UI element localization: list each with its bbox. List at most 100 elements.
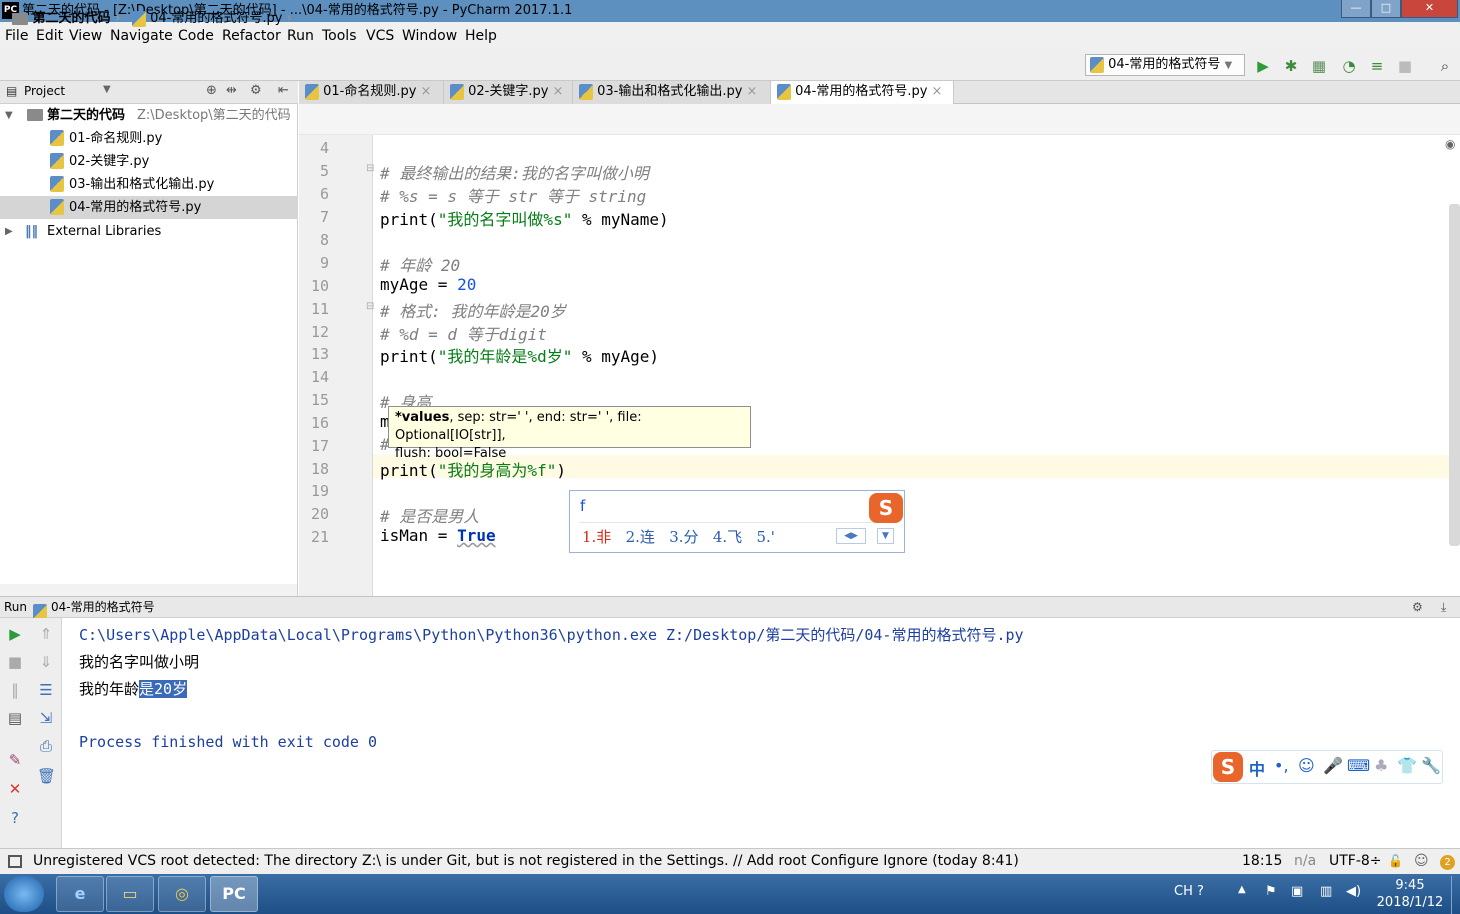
language-indicator[interactable]: CH [1174, 884, 1193, 899]
stop-icon[interactable]: ■ [1396, 57, 1414, 75]
run-icon[interactable]: ▶ [1254, 57, 1272, 75]
hide-panel-icon[interactable]: ⇤ [278, 83, 289, 98]
close-icon[interactable]: × [931, 84, 942, 99]
help-icon[interactable]: ? [1197, 884, 1204, 899]
close-icon[interactable]: × [420, 84, 431, 99]
sogou-logo-icon[interactable]: S [1213, 752, 1243, 782]
inspector-icon[interactable]: ☺ [1414, 849, 1429, 874]
tree-root[interactable]: ▼ 第二天的代码 Z:\Desktop\第二天的代码 [0, 104, 298, 127]
chevron-down-icon[interactable]: ▼ [5, 104, 13, 127]
collapse-all-icon[interactable]: ⇹ [226, 83, 237, 98]
menu-window[interactable]: Window [402, 28, 457, 44]
ime-candidate[interactable]: 1.非 [582, 528, 611, 546]
tray-expand-icon[interactable]: ▲ [1238, 884, 1246, 895]
windows-start-icon[interactable] [4, 876, 44, 912]
notification-badge[interactable]: 2 [1440, 855, 1455, 870]
menu-help[interactable]: Help [465, 28, 497, 44]
microphone-icon[interactable]: 🎤 [1323, 756, 1343, 775]
status-message[interactable]: Unregistered VCS root detected: The dire… [33, 849, 1019, 874]
ime-expand-icon[interactable]: ▼ [877, 528, 894, 544]
project-horizontal-scrollbar[interactable] [0, 584, 298, 596]
ime-candidate[interactable]: 3.分 [669, 528, 698, 546]
concurrency-icon[interactable]: ≡ [1368, 57, 1386, 75]
help-icon[interactable]: ? [6, 809, 24, 827]
search-icon[interactable]: ⌕ [1436, 57, 1454, 75]
tab-01[interactable]: 01-命名规则.py × [299, 81, 444, 104]
file-encoding[interactable]: UTF-8÷ [1329, 849, 1382, 874]
tree-file-selected[interactable]: 04-常用的格式符号.py [0, 196, 298, 219]
arrow-down-icon[interactable]: ⇓ [37, 653, 55, 671]
tree-file[interactable]: 02-关键字.py [0, 150, 298, 173]
lock-icon[interactable]: 🔓 [1388, 849, 1403, 874]
trash-icon[interactable]: 🗑 [37, 767, 56, 785]
taskbar-clock[interactable]: 9:45 2018/1/12 [1370, 877, 1450, 911]
wrench-icon[interactable]: 🔧 [1421, 756, 1441, 775]
tree-file[interactable]: 03-输出和格式化输出.py [0, 173, 298, 196]
scroll-from-source-icon[interactable]: ⊕ [206, 83, 217, 98]
tray-app-icon[interactable]: ▣ [1291, 884, 1303, 899]
line-separator[interactable]: n/a [1294, 849, 1316, 874]
menu-tools[interactable]: Tools [322, 28, 357, 44]
ime-candidate[interactable]: 5.' [757, 528, 775, 546]
print-icon[interactable]: ⎙ [37, 737, 55, 755]
ime-page-arrows-icon[interactable]: ◀▶ [836, 528, 866, 544]
keyboard-icon[interactable]: ⌨ [1347, 756, 1370, 775]
user-icon[interactable]: ♣ [1374, 756, 1388, 775]
breadcrumb-file[interactable]: 04-常用的格式符号.py › [132, 7, 292, 27]
explorer-folder-icon[interactable]: ▭ [106, 876, 154, 912]
run-panel-config[interactable]: 04-常用的格式符号 [51, 597, 155, 617]
close-icon[interactable]: × [552, 84, 563, 99]
menu-code[interactable]: Code [178, 28, 214, 44]
ime-candidate[interactable]: 2.连 [626, 528, 655, 546]
scroll-to-end-icon[interactable]: ⇲ [37, 709, 55, 727]
menu-navigate[interactable]: Navigate [110, 28, 173, 44]
tree-external-libraries[interactable]: ▶ ‖‖ External Libraries [0, 220, 298, 243]
tab-03[interactable]: 03-输出和格式化输出.py × [573, 81, 771, 104]
arrow-up-icon[interactable]: ⇑ [37, 625, 55, 643]
profile-icon[interactable]: ◔ [1340, 57, 1358, 75]
stop-icon[interactable]: ■ [6, 653, 24, 671]
close-icon[interactable]: × [746, 84, 757, 99]
gear-icon[interactable]: ⚙ [250, 83, 262, 98]
chrome-icon[interactable]: ◎ [158, 876, 206, 912]
gear-icon[interactable]: ⚙ [1412, 597, 1423, 617]
fold-icon[interactable]: ⊟ [366, 163, 374, 174]
maximize-button[interactable]: □ [1371, 0, 1401, 18]
menu-vcs[interactable]: VCS [366, 28, 394, 44]
hide-panel-icon[interactable]: ⤓ [1441, 597, 1446, 617]
debug-icon[interactable]: ✱ [1282, 57, 1300, 75]
flag-icon[interactable]: ⚑ [1265, 884, 1277, 899]
tree-file[interactable]: 01-命名规则.py [0, 127, 298, 150]
pycharm-taskbar-icon[interactable]: PC [210, 876, 258, 912]
tab-02[interactable]: 02-关键字.py × [444, 81, 573, 104]
ime-chinese-mode[interactable]: 中 [1249, 756, 1265, 780]
eye-icon[interactable]: ◉ [1445, 137, 1455, 151]
volume-icon[interactable]: ◀) [1346, 884, 1361, 899]
show-desktop-button[interactable] [1451, 876, 1460, 914]
project-panel-title[interactable]: Project [24, 84, 65, 98]
menu-edit[interactable]: Edit [36, 28, 63, 44]
rerun-icon[interactable]: ▶ [6, 625, 24, 643]
editor-vertical-scrollbar[interactable] [1449, 204, 1460, 546]
coverage-icon[interactable]: ▦ [1310, 57, 1328, 75]
close-button[interactable]: ✕ [1401, 0, 1458, 18]
menu-view[interactable]: View [69, 28, 102, 44]
pause-icon[interactable]: ‖ [6, 681, 24, 699]
minimize-button[interactable]: — [1341, 0, 1371, 18]
ime-punctuation-icon[interactable]: •, [1274, 756, 1289, 775]
pin-icon[interactable]: ✎ [6, 751, 24, 769]
breadcrumb-project[interactable]: 第二天的代码 › [12, 7, 120, 26]
soft-wrap-icon[interactable]: ☰ [37, 681, 55, 699]
close-icon[interactable]: ✕ [6, 780, 24, 798]
network-icon[interactable]: ▥ [1320, 884, 1332, 899]
run-configuration-select[interactable]: 04-常用的格式符号 ▼ [1085, 54, 1245, 76]
menu-file[interactable]: File [5, 28, 28, 44]
chevron-down-icon[interactable]: ▼ [103, 84, 111, 95]
fold-icon[interactable]: ⊟ [366, 301, 374, 312]
smiley-icon[interactable]: ☺ [1298, 756, 1315, 775]
cursor-position[interactable]: 18:15 [1242, 849, 1282, 874]
tab-04-active[interactable]: 04-常用的格式符号.py × [771, 81, 954, 104]
ie-icon[interactable]: e [56, 876, 104, 912]
panel-toggle-icon[interactable] [8, 855, 22, 868]
chevron-right-icon[interactable]: ▶ [5, 220, 13, 243]
